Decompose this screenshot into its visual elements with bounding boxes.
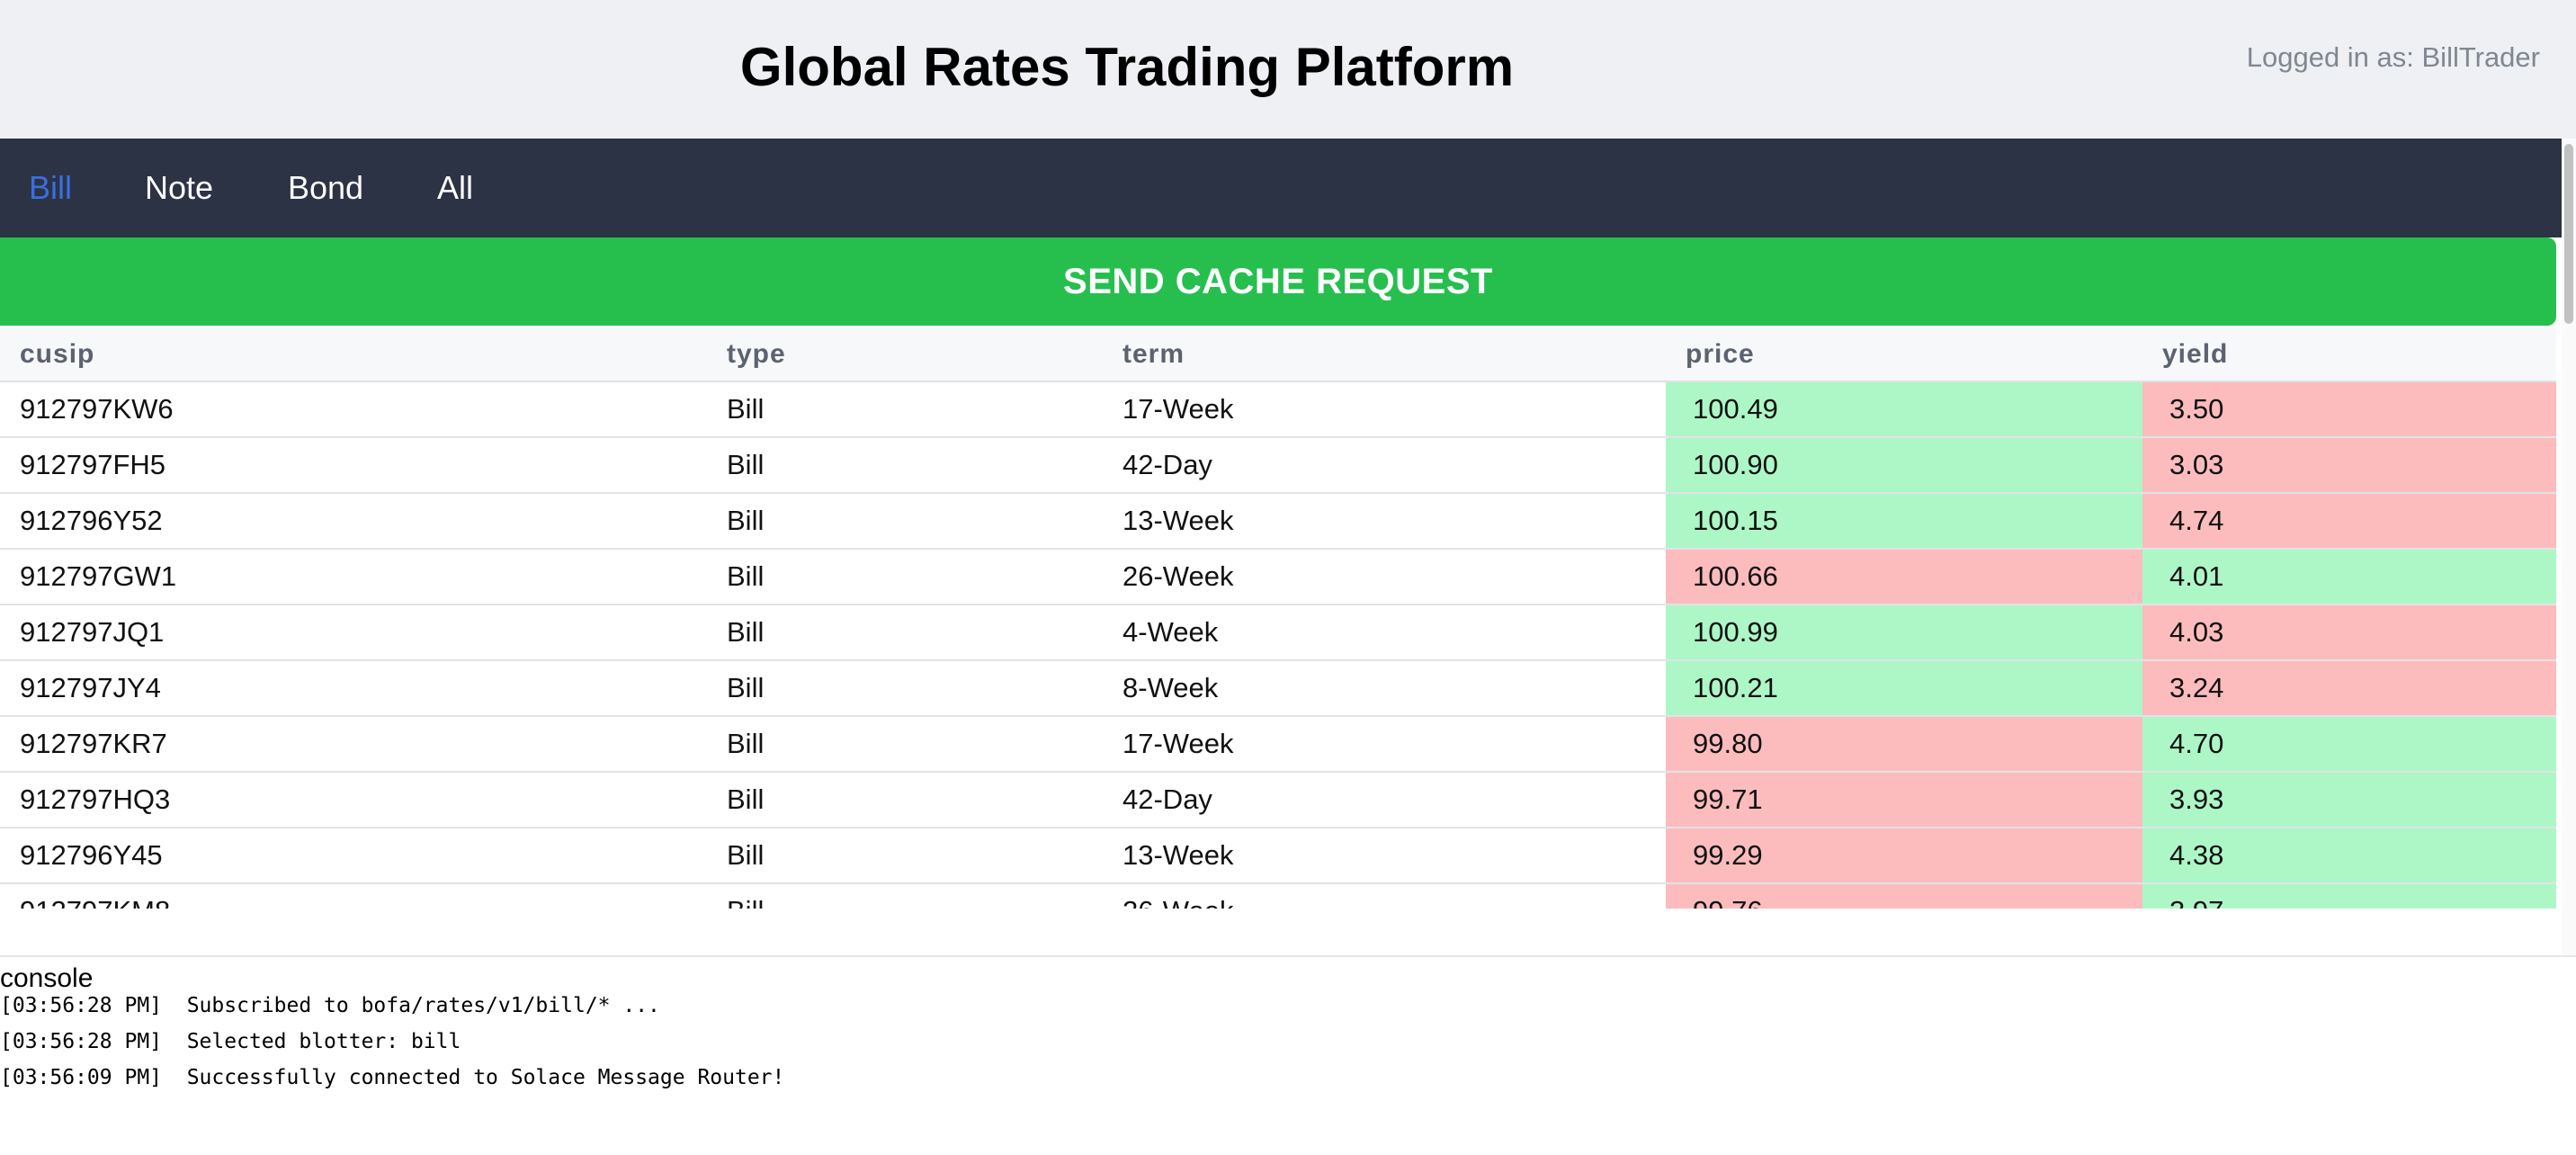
cell-yield: 3.97: [2142, 883, 2556, 909]
console-line: [03:56:09 PM] Successfully connected to …: [0, 1066, 785, 1089]
cell-type: Bill: [707, 772, 1103, 828]
table-row[interactable]: 912797GW1 Bill 26-Week 100.66 4.01: [0, 549, 2556, 605]
cell-price: 99.76: [1666, 883, 2142, 909]
cell-term: 13-Week: [1103, 828, 1666, 884]
cell-price: 100.49: [1666, 381, 2142, 438]
cell-price: 99.80: [1666, 716, 2142, 773]
cell-term: 13-Week: [1103, 493, 1666, 550]
rates-table: cusip type term price yield 912797KW6 Bil…: [0, 327, 2556, 909]
table-row[interactable]: 912797JY4 Bill 8-Week 100.21 3.24: [0, 660, 2556, 717]
table-row[interactable]: 912796Y52 Bill 13-Week 100.15 4.74: [0, 493, 2556, 550]
table-header-row: cusip type term price yield: [0, 327, 2556, 382]
cell-type: Bill: [707, 493, 1103, 550]
cell-term: 42-Day: [1103, 772, 1666, 828]
cell-type: Bill: [707, 883, 1103, 909]
rates-table-container[interactable]: cusip type term price yield 912797KW6 Bil…: [0, 327, 2556, 909]
cell-yield: 3.24: [2142, 660, 2556, 717]
rates-table-body: 912797KW6 Bill 17-Week 100.49 3.50 912797FH5 B…: [0, 381, 2556, 909]
cell-term: 26-Week: [1103, 883, 1666, 909]
cell-cusip: 912797JQ1: [0, 604, 707, 661]
console-line: [03:56:28 PM] Subscribed to bofa/rates/v…: [0, 994, 660, 1017]
cell-type: Bill: [707, 828, 1103, 884]
app-header: Global Rates Trading Platform Logged in …: [0, 0, 2576, 139]
table-row[interactable]: 912796Y45 Bill 13-Week 99.29 4.38: [0, 828, 2556, 884]
cell-yield: 3.50: [2142, 381, 2556, 438]
table-row[interactable]: 912797KW6 Bill 17-Week 100.49 3.50: [0, 381, 2556, 438]
cell-yield: 4.03: [2142, 604, 2556, 661]
cell-cusip: 912797KW6: [0, 381, 707, 438]
scrollbar-thumb[interactable]: [2564, 144, 2573, 324]
cell-term: 17-Week: [1103, 381, 1666, 438]
table-row[interactable]: 912797KM8Bill26-Week99.763.97: [0, 883, 2556, 909]
cell-term: 42-Day: [1103, 437, 1666, 494]
column-header-term: term: [1103, 327, 1666, 382]
cell-price: 100.90: [1666, 437, 2142, 494]
cell-type: Bill: [707, 660, 1103, 717]
send-cache-request-button[interactable]: SEND CACHE REQUEST: [0, 237, 2556, 326]
nav-tab-bond[interactable]: Bond: [288, 139, 363, 237]
column-header-cusip: cusip: [0, 327, 707, 382]
cell-cusip: 912797GW1: [0, 549, 707, 605]
cell-yield: 3.93: [2142, 772, 2556, 828]
table-row[interactable]: 912797JQ1 Bill 4-Week 100.99 4.03: [0, 604, 2556, 661]
cell-type: Bill: [707, 716, 1103, 773]
page-scrollbar[interactable]: [2562, 139, 2576, 957]
cell-cusip: 912797HQ3: [0, 772, 707, 828]
cell-cusip: 912797JY4: [0, 660, 707, 717]
cell-price: 100.99: [1666, 604, 2142, 661]
cell-price: 100.21: [1666, 660, 2142, 717]
cell-type: Bill: [707, 604, 1103, 661]
cell-cusip: 912796Y52: [0, 493, 707, 550]
cell-yield: 4.70: [2142, 716, 2556, 773]
cell-type: Bill: [707, 381, 1103, 438]
cell-price: 100.15: [1666, 493, 2142, 550]
cell-yield: 4.74: [2142, 493, 2556, 550]
console-panel: console [03:56:28 PM] Subscribed to bofa…: [0, 955, 2576, 1155]
cell-yield: 4.38: [2142, 828, 2556, 884]
cell-term: 26-Week: [1103, 549, 1666, 605]
blotter-nav: Bill Note Bond All: [0, 139, 2562, 237]
cell-type: Bill: [707, 437, 1103, 494]
console-line: [03:56:28 PM] Selected blotter: bill: [0, 1030, 461, 1053]
cell-cusip: 912797FH5: [0, 437, 707, 494]
column-header-type: type: [707, 327, 1103, 382]
cell-type: Bill: [707, 549, 1103, 605]
login-status: Logged in as: BillTrader: [2246, 41, 2540, 73]
cell-term: 4-Week: [1103, 604, 1666, 661]
cell-price: 99.29: [1666, 828, 2142, 884]
column-header-yield: yield: [2142, 327, 2556, 382]
cell-price: 99.71: [1666, 772, 2142, 828]
cell-yield: 3.03: [2142, 437, 2556, 494]
cell-yield: 4.01: [2142, 549, 2556, 605]
table-row[interactable]: 912797KR7 Bill 17-Week 99.80 4.70: [0, 716, 2556, 773]
table-row[interactable]: 912797HQ3 Bill 42-Day 99.71 3.93: [0, 772, 2556, 828]
nav-tab-note[interactable]: Note: [145, 139, 213, 237]
column-header-price: price: [1666, 327, 2142, 382]
nav-tab-all[interactable]: All: [437, 139, 473, 237]
cell-cusip: 912796Y45: [0, 828, 707, 884]
cell-term: 17-Week: [1103, 716, 1666, 773]
page-title: Global Rates Trading Platform: [739, 37, 1515, 97]
cell-cusip: 912797KM8: [0, 883, 707, 909]
nav-tab-bill[interactable]: Bill: [29, 139, 72, 237]
cell-term: 8-Week: [1103, 660, 1666, 717]
cell-price: 100.66: [1666, 549, 2142, 605]
cell-cusip: 912797KR7: [0, 716, 707, 773]
table-row[interactable]: 912797FH5 Bill 42-Day 100.90 3.03: [0, 437, 2556, 494]
